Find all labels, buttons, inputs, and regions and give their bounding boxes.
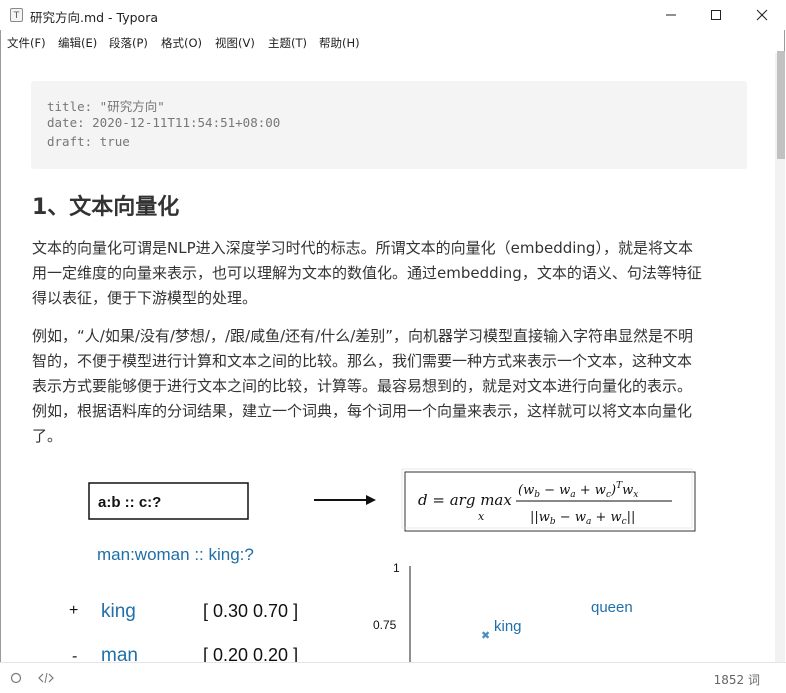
menu-edit[interactable]: 编辑(E) [58,35,97,51]
outline-toggle-icon[interactable] [10,672,22,684]
maximize-icon [711,10,721,20]
row-vector-king: [ 0.30 0.70 ] [203,601,298,621]
formula-subscript: x [478,510,485,523]
paragraph-line: 了。 [32,427,63,445]
minimize-icon [666,14,676,16]
arrow-head [366,495,376,505]
formula-denominator: ||wb − wa + wc|| [530,510,635,527]
menu-bar: 文件(F) 编辑(E) 段落(P) 格式(O) 视图(V) 主题(T) 帮助(H… [0,31,786,53]
paragraph-line: 例如，“人/如果/没有/梦想/，/跟/咸鱼/还有/什么/差别”，向机器学习模型直… [32,327,694,345]
front-matter-draft: draft: true [47,134,130,149]
maximize-button[interactable] [693,0,739,30]
analogy-text: a:b :: c:? [98,494,161,511]
row-sign-plus: + [69,602,78,619]
source-code-mode-icon[interactable] [38,672,54,684]
paragraph-line: 表示方式要能够便于进行文本之间的比较，计算等。最容易想到的，就是对文本进行向量化… [32,377,693,395]
menu-format[interactable]: 格式(O) [161,35,202,51]
scrollbar-thumb[interactable] [777,51,785,159]
front-matter-title: title: "研究方向" [47,99,165,114]
king-point-marker: ✖ [481,629,490,642]
paragraph-line: 文本的向量化可谓是NLP进入深度学习时代的标志。所谓文本的向量化（embeddi… [32,239,693,257]
close-icon [756,9,768,21]
paragraph-example: 例如，“人/如果/没有/梦想/，/跟/咸鱼/还有/什么/差别”，向机器学习模型直… [32,324,748,449]
minimize-button[interactable] [648,0,694,30]
axis-tick-075: 0.75 [373,618,397,632]
point-label-king: king [494,618,522,635]
front-matter-date: date: 2020-12-11T11:54:51+08:00 [47,115,281,130]
paragraph-line: 得以表征，便于下游模型的处理。 [32,289,258,307]
menu-file[interactable]: 文件(F) [7,35,46,51]
title-bar: T 研究方向.md - Typora [0,0,786,30]
close-button[interactable] [739,0,785,30]
front-matter-block[interactable]: title: "研究方向" date: 2020-12-11T11:54:51+… [31,81,747,169]
word-count[interactable]: 1852 词 [714,671,760,688]
row-vector-man: [ 0.20 0.20 ] [203,645,298,663]
paragraph-line: 智的，不便于模型进行计算和文本之间的比较。那么，我们需要一种方式来表示一个文本，… [32,352,693,370]
row-sign-minus: - [72,648,77,663]
paragraph-line: 用一定维度的向量来表示，也可以理解为文本的数值化。通过embedding，文本的… [32,264,702,282]
paragraph-line: 例如，根据语料库的分词结果，建立一个词典，每个词用一个向量来表示，这样就可以将文… [32,402,693,420]
formula-lhs: d = arg max [418,491,512,509]
axis-tick-1: 1 [393,561,400,575]
menu-help[interactable]: 帮助(H) [319,35,360,51]
menu-paragraph[interactable]: 段落(P) [109,35,148,51]
section-heading: 1、文本向量化 [32,195,180,220]
point-label-queen: queen [591,599,633,616]
window-title: 研究方向.md - Typora [30,10,159,25]
menu-view[interactable]: 视图(V) [215,35,255,51]
menu-theme[interactable]: 主题(T) [268,35,307,51]
row-word-man: man [101,645,138,663]
figure-drawing: a:b :: c:? d = arg max x (wb − wa + wc)T… [69,468,696,666]
word-analogy-figure: a:b :: c:? d = arg max x (wb − wa + wc)T… [60,458,720,666]
status-bar: 1852 词 [0,662,786,693]
paragraph-embedding: 文本的向量化可谓是NLP进入深度学习时代的标志。所谓文本的向量化（embeddi… [32,236,748,311]
typora-app-icon: T [10,8,23,22]
example-title: man:woman :: king:? [97,545,254,564]
row-word-king: king [101,601,136,622]
